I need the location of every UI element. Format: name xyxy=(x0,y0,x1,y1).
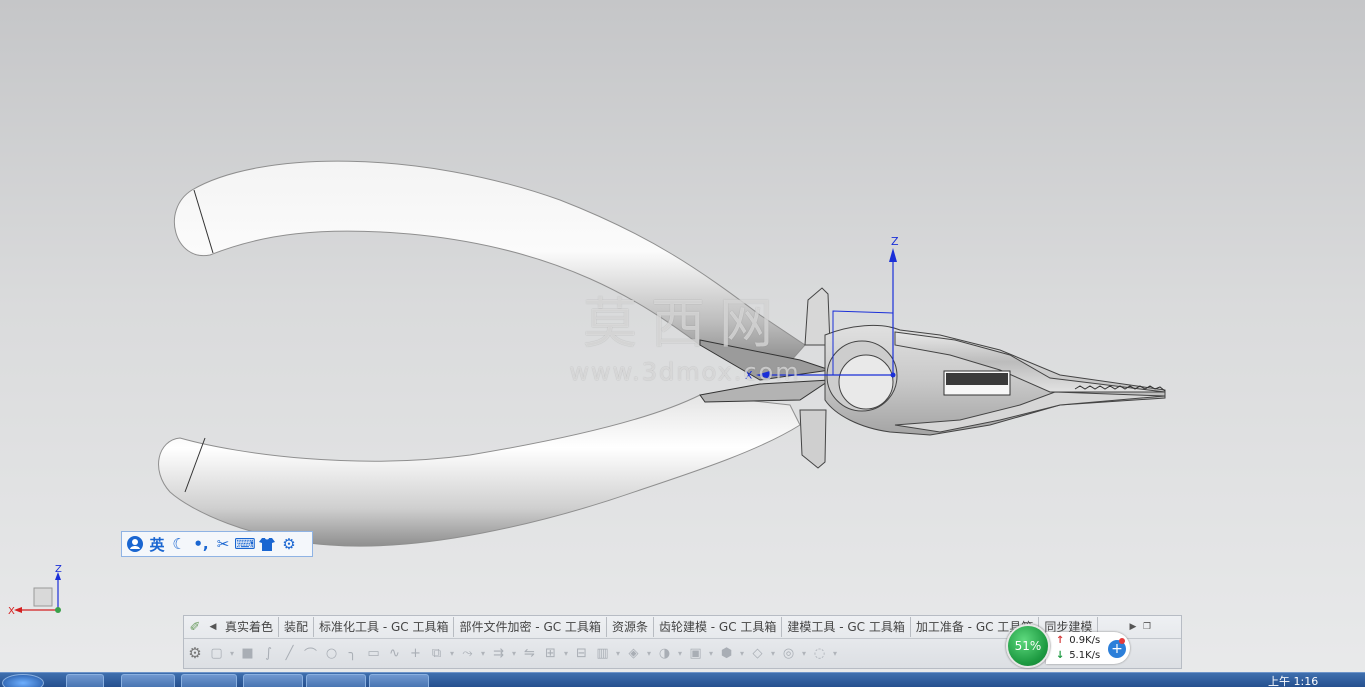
taskbar-app-icon[interactable] xyxy=(243,674,303,687)
taskbar: 上午 1:16 xyxy=(0,672,1365,687)
dropdown-icon[interactable]: ▾ xyxy=(645,644,653,662)
dock-grip-icon[interactable]: ✐ xyxy=(184,617,206,637)
dropdown-icon[interactable]: ▾ xyxy=(448,644,456,662)
spline-icon[interactable]: ∫ xyxy=(259,644,278,662)
keyboard-icon[interactable]: ⌨ xyxy=(234,533,256,555)
dropdown-icon[interactable]: ▾ xyxy=(769,644,777,662)
triad-label-z: Z xyxy=(55,564,62,575)
scissors-icon[interactable]: ✂ xyxy=(212,533,234,555)
shell-icon[interactable]: ◎ xyxy=(779,644,798,662)
user-icon[interactable] xyxy=(124,533,146,555)
toolbar-tabs: 真实着色 装配 标准化工具 - GC 工具箱 部件文件加密 - GC 工具箱 资… xyxy=(220,617,1126,637)
settings-icon[interactable]: ⚙ xyxy=(278,533,300,555)
network-rates-panel: ↑ 0.9K/s ↓ 5.1K/s + xyxy=(1046,632,1130,664)
dimension-icon[interactable]: ▥ xyxy=(593,644,612,662)
line-icon[interactable]: ╱ xyxy=(280,644,299,662)
upload-rate-row: ↑ 0.9K/s xyxy=(1056,635,1100,646)
shirt-icon[interactable] xyxy=(256,533,278,555)
download-rate: 5.1K/s xyxy=(1069,650,1101,661)
upper-handle xyxy=(174,160,806,363)
rectangle-fill-icon[interactable]: ■ xyxy=(238,644,257,662)
graphics-viewport[interactable]: Z X 莫西网 www.3dmox.com xyxy=(0,0,1365,686)
blend-icon[interactable]: ◌ xyxy=(810,644,829,662)
extend-icon[interactable]: ⇉ xyxy=(489,644,508,662)
pattern-icon[interactable]: ⊞ xyxy=(541,644,560,662)
dropdown-icon[interactable]: ▾ xyxy=(800,644,808,662)
taskbar-app-icon[interactable] xyxy=(369,674,429,687)
dropdown-icon[interactable]: ▾ xyxy=(831,644,839,662)
moon-icon[interactable]: ☾ xyxy=(168,533,190,555)
taskbar-clock[interactable]: 上午 1:16 xyxy=(1268,673,1318,687)
upload-arrow-icon: ↑ xyxy=(1056,635,1065,646)
arc-icon[interactable]: ⌒ xyxy=(301,644,320,663)
point-icon[interactable]: + xyxy=(406,644,425,662)
toolbar-settings-icon[interactable]: ⚙ xyxy=(184,644,206,662)
tab-gear-modeling[interactable]: 齿轮建模 - GC 工具箱 xyxy=(654,617,783,637)
download-arrow-icon: ↓ xyxy=(1056,650,1065,661)
dropdown-icon[interactable]: ▾ xyxy=(479,644,487,662)
network-meter[interactable]: ↑ 0.9K/s ↓ 5.1K/s + 51% xyxy=(1006,624,1132,670)
tab-modeling-tools[interactable]: 建模工具 - GC 工具箱 xyxy=(782,617,911,637)
download-rate-row: ↓ 5.1K/s xyxy=(1056,650,1100,661)
rectangle-icon[interactable]: ▭ xyxy=(364,644,383,662)
tab-assembly[interactable]: 装配 xyxy=(279,617,315,637)
dropdown-icon[interactable]: ▾ xyxy=(510,644,518,662)
punctuation-icon[interactable]: •, xyxy=(190,533,212,555)
dropdown-icon[interactable]: ▾ xyxy=(707,644,715,662)
lower-handle xyxy=(158,394,801,547)
dropdown-icon[interactable]: ▾ xyxy=(614,644,622,662)
triad-label-x: X xyxy=(8,606,15,617)
dropdown-icon[interactable]: ▾ xyxy=(738,644,746,662)
pivot-inner xyxy=(838,354,894,410)
axis-label-x: X xyxy=(745,369,753,382)
mirror-icon[interactable]: ⇋ xyxy=(520,644,539,662)
constraint-icon[interactable]: ⊟ xyxy=(572,644,591,662)
view-triad[interactable]: Z X xyxy=(6,562,76,622)
revolve-icon[interactable]: ◑ xyxy=(655,644,674,662)
ime-toolbar[interactable]: 英 ☾ •, ✂ ⌨ ⚙ xyxy=(121,531,313,557)
tab-true-shading[interactable]: 真实着色 xyxy=(220,617,280,637)
dropdown-icon[interactable]: ▾ xyxy=(228,644,236,662)
tab-standardization-tools[interactable]: 标准化工具 - GC 工具箱 xyxy=(314,617,455,637)
tab-scroll-left-icon[interactable]: ◀ xyxy=(206,617,220,637)
extrude-icon[interactable]: ◈ xyxy=(624,644,643,662)
datum-plane-icon[interactable]: ◇ xyxy=(748,644,767,662)
polyline-icon[interactable]: ∿ xyxy=(385,644,404,662)
memory-usage-ball[interactable]: 51% xyxy=(1006,624,1050,668)
start-button[interactable] xyxy=(2,674,44,687)
dock-restore-icon[interactable]: ❐ xyxy=(1140,617,1154,637)
lower-fin xyxy=(799,409,827,469)
upload-rate: 0.9K/s xyxy=(1069,635,1101,646)
dropdown-icon[interactable]: ▾ xyxy=(562,644,570,662)
tab-resource-bar[interactable]: 资源条 xyxy=(607,617,654,637)
language-toggle[interactable]: 英 xyxy=(146,533,168,555)
cube-icon[interactable]: ⬢ xyxy=(717,644,736,662)
taskbar-app-icon[interactable] xyxy=(181,674,237,687)
trim-icon[interactable]: ⤳ xyxy=(458,644,477,662)
circle-icon[interactable]: ○ xyxy=(322,644,341,662)
axis-label-z: Z xyxy=(891,235,899,248)
pliers-model[interactable]: Z X xyxy=(0,0,1365,686)
sketch-icon[interactable]: ▢ xyxy=(207,644,226,662)
dropdown-icon[interactable]: ▾ xyxy=(676,644,684,662)
offset-icon[interactable]: ⧉ xyxy=(427,644,446,662)
taskbar-app-icon[interactable] xyxy=(121,674,175,687)
notification-dot xyxy=(1119,638,1125,644)
fillet-icon[interactable]: ╮ xyxy=(343,644,362,662)
block-icon[interactable]: ▣ xyxy=(686,644,705,662)
tab-part-file-encryption[interactable]: 部件文件加密 - GC 工具箱 xyxy=(454,617,607,637)
taskbar-app-icon[interactable] xyxy=(306,674,366,687)
taskbar-app-icon[interactable] xyxy=(66,674,104,687)
